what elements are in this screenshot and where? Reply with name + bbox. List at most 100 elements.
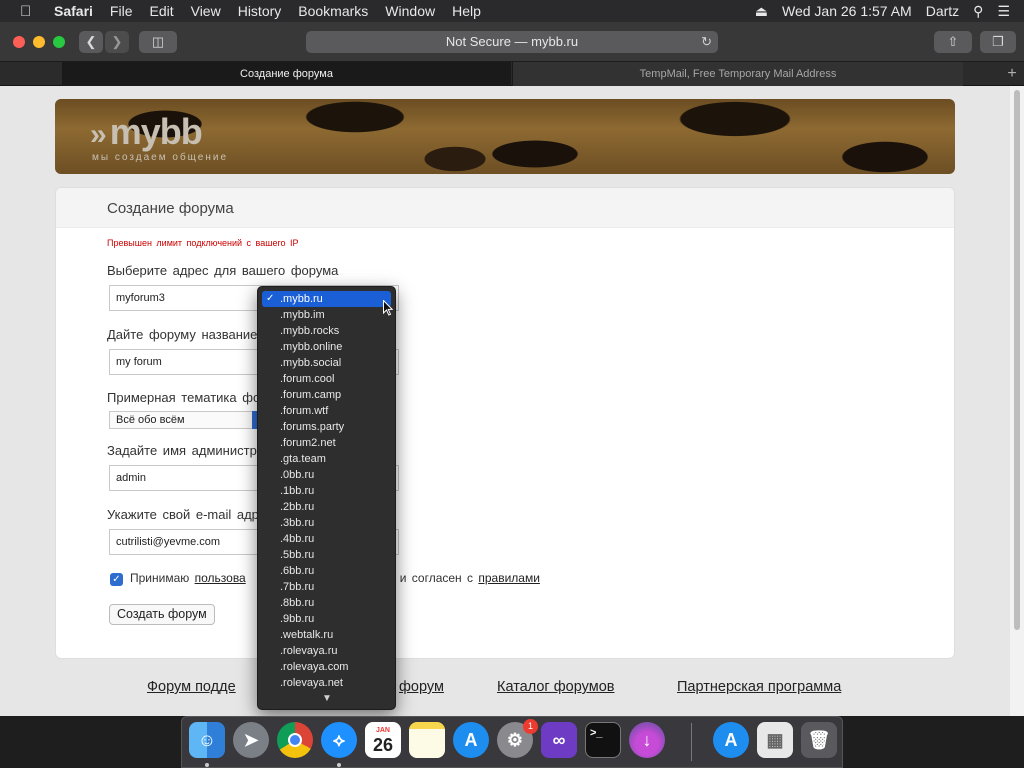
reload-icon[interactable]: ↻ [701,31,712,53]
domain-option[interactable]: .forums.party [262,419,391,435]
user-agreement-link[interactable]: пользова [195,571,246,585]
domain-option-label: .3bb.ru [280,517,315,529]
file-icon[interactable]: ▦ [757,722,793,758]
topic-select[interactable]: Всё обо всём [109,411,264,429]
domain-option-label: .7bb.ru [280,581,315,593]
menu-view[interactable]: View [191,3,221,19]
domain-option[interactable]: .3bb.ru [262,515,391,531]
domain-option[interactable]: ✓ .mybb.ru [262,291,391,307]
domain-option-label: .mybb.online [280,341,343,353]
domain-option[interactable]: .rolevaya.com [262,659,391,675]
eject-icon[interactable]: ⏏ [755,3,768,20]
domain-option[interactable]: .forum.cool [262,371,391,387]
domain-option-label: .mybb.ru [280,293,323,305]
sidebar-icon: ◫ [151,34,165,49]
domain-option[interactable]: .mybb.online [262,339,391,355]
domain-option[interactable]: .4bb.ru [262,531,391,547]
domain-option[interactable]: .0bb.ru [262,467,391,483]
admin-label: Задайте имя администр [107,443,257,458]
checkmark-icon: ✓ [266,293,275,304]
calendar-icon[interactable]: JAN 26 [365,722,401,758]
domain-option-label: .0bb.ru [280,469,315,481]
footer-link-support-forum[interactable]: Форум подде [147,679,236,695]
domain-dropdown[interactable]: ✓ .mybb.ru .mybb.im .mybb.rocks .mybb.online… [257,286,396,710]
notes-icon[interactable] [409,722,445,758]
back-button[interactable]: ❮ [79,31,103,53]
domain-option[interactable]: .mybb.social [262,355,391,371]
domain-option[interactable]: .6bb.ru [262,563,391,579]
domain-option[interactable]: .mybb.rocks [262,323,391,339]
tabs-overview-button[interactable]: ❐ [980,31,1016,53]
agree-mid: и согласен с [399,571,474,585]
domain-option[interactable]: .rolevaya.ru [262,643,391,659]
app-store-downloads-icon[interactable]: A [713,722,749,758]
launchpad-icon[interactable]: ➤ [233,722,269,758]
menu-history[interactable]: History [238,3,282,19]
domain-option[interactable]: .gta.team [262,451,391,467]
menu-edit[interactable]: Edit [149,3,173,19]
domain-option-label: .6bb.ru [280,565,315,577]
domain-option[interactable]: .8bb.ru [262,595,391,611]
domain-option-label: .mybb.social [280,357,342,369]
chevron-right-icon: ❯ [111,34,123,49]
domain-option-label: .8bb.ru [280,597,315,609]
share-button[interactable]: ⇧ [934,31,972,53]
terminal-icon[interactable]: >_ [585,722,621,758]
chrome-icon[interactable] [277,722,313,758]
footer-link-catalog[interactable]: Каталог форумов [497,679,614,695]
domain-option[interactable]: .forum2.net [262,435,391,451]
menu-app-safari[interactable]: Safari [54,3,93,19]
footer-link-partner[interactable]: Партнерская программа [677,679,841,695]
control-center-icon[interactable]: ☰ [997,3,1010,20]
domain-option[interactable]: .1bb.ru [262,483,391,499]
menubar-user[interactable]: Dartz [926,3,959,19]
create-forum-button[interactable]: Создать форум [109,604,215,625]
domain-option[interactable]: .webtalk.ru [262,627,391,643]
new-tab-button[interactable]: + [1002,62,1022,86]
sidebar-toggle-button[interactable]: ◫ [139,31,177,53]
menu-file[interactable]: File [110,3,133,19]
tabs-icon: ❐ [992,34,1004,49]
scrollbar-thumb[interactable] [1014,90,1020,630]
tab-create-forum[interactable]: Создание форума [62,62,511,86]
page-scrollbar[interactable] [1010,86,1024,716]
search-icon[interactable]: ⚲ [973,3,983,20]
app-store-icon[interactable]: A [453,722,489,758]
installer-icon[interactable]: ↓ [629,722,665,758]
finder-icon[interactable]: ☺ [189,722,225,758]
agree-checkbox[interactable]: ✓ [110,573,123,586]
address-bar[interactable]: Not Secure — mybb.ru ↻ [306,31,718,53]
domain-option[interactable]: .forum.camp [262,387,391,403]
menu-window[interactable]: Window [385,3,435,19]
domain-option[interactable]: .rolevaya.net [262,675,391,691]
minimize-window-button[interactable] [33,36,45,48]
menu-bookmarks[interactable]: Bookmarks [298,3,368,19]
domain-option[interactable]: .2bb.ru [262,499,391,515]
domain-option[interactable]: .9bb.ru [262,611,391,627]
create-forum-panel: Создание форума Превышен лимит подключен… [55,187,955,659]
agree-prefix: Принимаю [130,571,190,585]
domain-option[interactable]: .7bb.ru [262,579,391,595]
footer-link-forum[interactable]: форум [399,679,444,695]
error-message: Превышен лимит подключений с вашего IP [107,238,299,248]
email-label: Укажите свой e-mail адр [107,507,259,522]
safari-icon[interactable]: ⟡ [321,722,357,758]
domain-option[interactable]: .5bb.ru [262,547,391,563]
address-text: Not Secure — mybb.ru [445,34,579,49]
trash-icon[interactable]: 🗑 [801,722,837,758]
forward-button[interactable]: ❯ [105,31,129,53]
close-window-button[interactable] [13,36,25,48]
maximize-window-button[interactable] [53,36,65,48]
domain-option-label: .forum.wtf [280,405,329,417]
mybb-logo[interactable]: » mybb мы создаем общение [90,113,228,164]
rules-link[interactable]: правилами [478,571,540,585]
apple-icon[interactable]:  [20,3,36,20]
scroll-down-arrow-icon[interactable]: ▼ [322,693,332,704]
domain-option[interactable]: .mybb.im [262,307,391,323]
tab-tempmail[interactable]: TempMail, Free Temporary Mail Address [512,62,963,86]
visual-studio-icon[interactable]: ∞ [541,722,577,758]
domain-option[interactable]: .forum.wtf [262,403,391,419]
menu-help[interactable]: Help [452,3,481,19]
menubar-clock[interactable]: Wed Jan 26 1:57 AM [782,3,912,19]
domain-option-label: .4bb.ru [280,533,315,545]
